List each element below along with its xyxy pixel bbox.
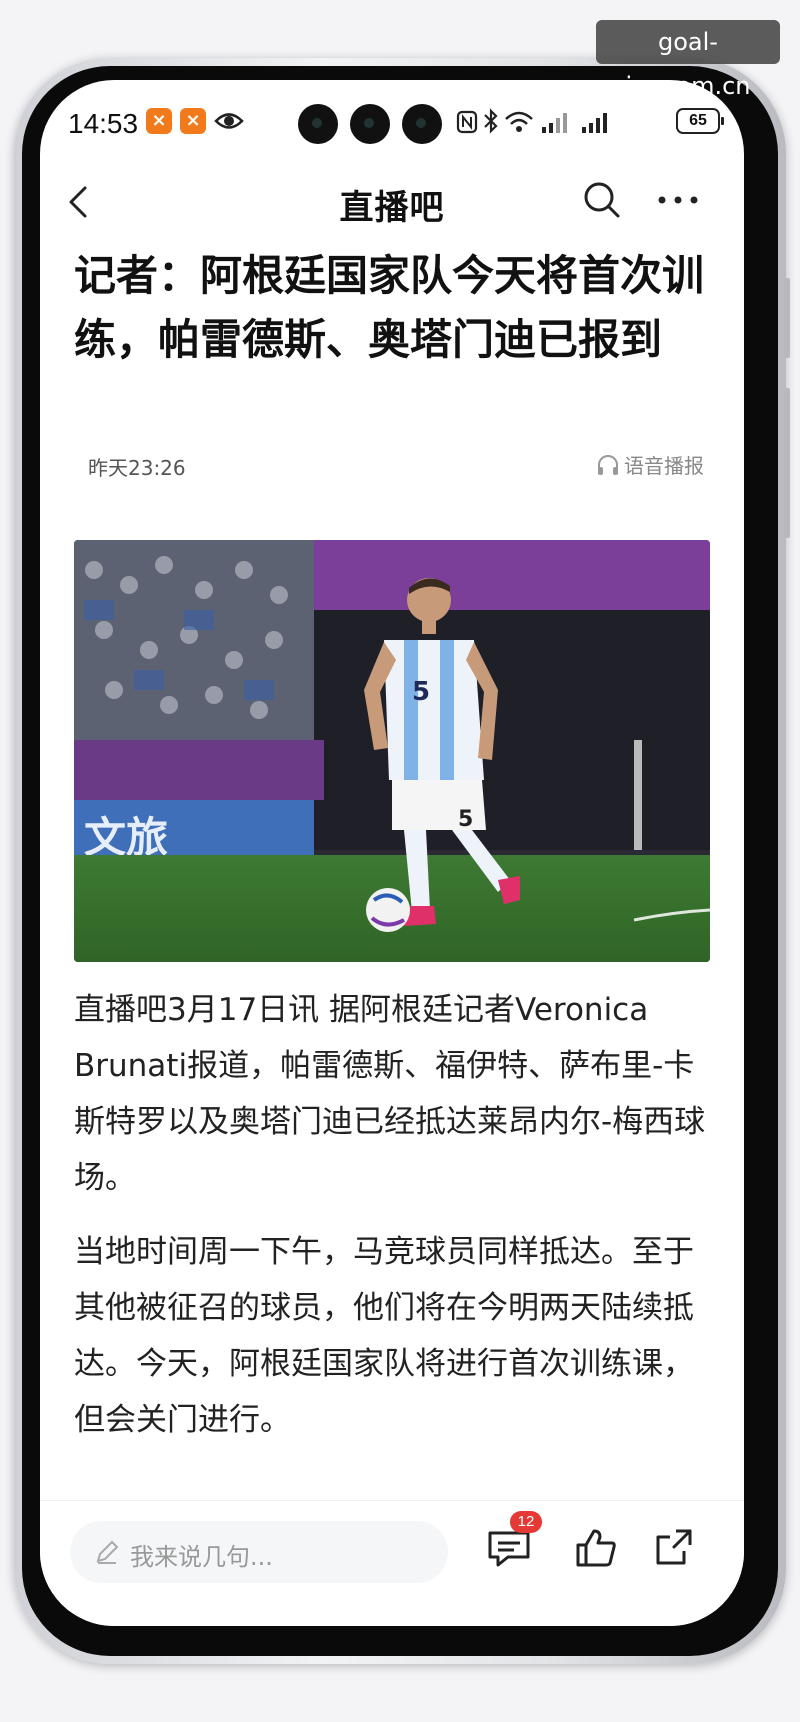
article-paragraph: 直播吧3月17日讯 据阿根廷记者Veronica Brunati报道，帕雷德斯、…: [74, 992, 706, 1196]
shorts-number: 5: [458, 807, 473, 832]
watermark: goal-im.com.cn: [596, 20, 780, 100]
camera-cutout: [402, 104, 442, 144]
phone-frame: 14:53 ⨯ ⨯ 65 直播吧 记者：阿根廷国家队今天将首次训练，帕雷德斯、奥…: [14, 58, 790, 1664]
comment-count-badge: 12: [510, 1511, 542, 1533]
audio-broadcast-button[interactable]: 语音播报: [596, 450, 704, 479]
article-paragraph: 当地时间周一下午，马竞球员同样抵达。至于其他被征召的球员，他们将在今明两天陆续抵…: [74, 1234, 694, 1438]
more-icon[interactable]: [656, 182, 700, 218]
jersey-number: 5: [412, 677, 430, 707]
pencil-icon: [96, 1540, 119, 1564]
share-icon[interactable]: [654, 1527, 694, 1567]
signal-icon: [542, 113, 567, 133]
status-time: 14:53: [68, 108, 139, 139]
camera-cutout: [350, 104, 390, 144]
eye-icon: [214, 113, 244, 129]
signal-icon: [582, 113, 607, 133]
volume-button: [784, 278, 790, 358]
app-notification-icon: ⨯: [146, 108, 172, 134]
battery-icon: 65: [676, 108, 724, 134]
article-photo[interactable]: 文旅 5 5: [74, 540, 710, 962]
power-button: [784, 388, 790, 538]
nav-title: 直播吧: [339, 188, 445, 228]
football: [366, 888, 410, 932]
bottom-action-bar: 我来说几句... 12: [40, 1500, 744, 1626]
photo-board-text: 文旅: [84, 813, 168, 862]
comment-input[interactable]: 我来说几句...: [70, 1521, 448, 1583]
camera-cutout: [298, 104, 338, 144]
wifi-icon: [505, 111, 533, 132]
search-icon[interactable]: [582, 180, 622, 220]
nav-bar: 直播吧: [40, 168, 744, 238]
comment-icon[interactable]: [486, 1527, 532, 1569]
headphones-icon: [598, 454, 618, 475]
bluetooth-icon: [484, 108, 498, 134]
screen: 14:53 ⨯ ⨯ 65 直播吧 记者：阿根廷国家队今天将首次训练，帕雷德斯、奥…: [40, 80, 744, 1626]
publish-time: 昨天23:26: [88, 456, 186, 480]
app-notification-icon: ⨯: [180, 108, 206, 134]
comment-placeholder: 我来说几句...: [130, 1543, 273, 1571]
article-headline: 记者：阿根廷国家队今天将首次训练，帕雷德斯、奥塔门迪已报到: [74, 251, 705, 364]
audio-broadcast-label: 语音播报: [624, 454, 704, 478]
nfc-icon: [456, 110, 478, 134]
like-icon[interactable]: [574, 1527, 618, 1569]
